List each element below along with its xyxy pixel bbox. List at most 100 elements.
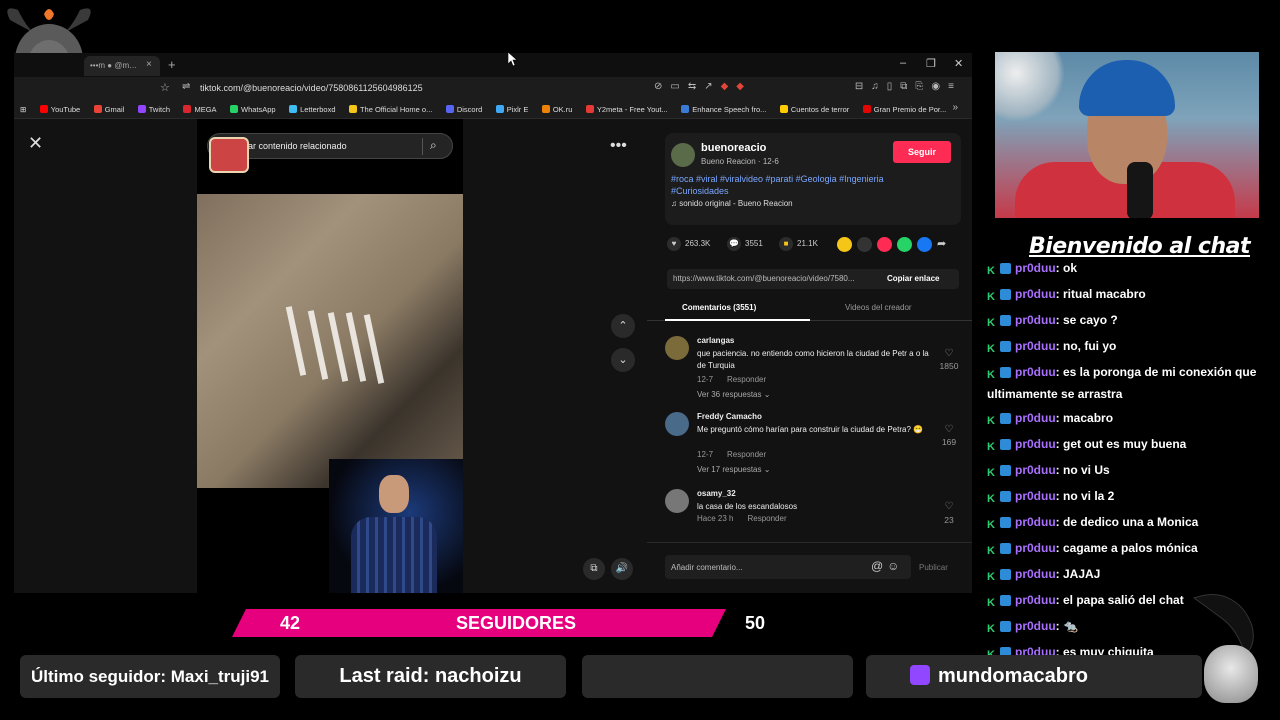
bookmark-star-icon[interactable]: ☆: [160, 81, 170, 94]
bookmark-7[interactable]: Discord: [445, 105, 482, 114]
video-link[interactable]: https://www.tiktok.com/@buenoreacio/vide…: [673, 274, 877, 283]
new-tab-icon[interactable]: +: [168, 57, 176, 72]
reply-button[interactable]: Responder: [727, 450, 766, 459]
reply-button[interactable]: Responder: [747, 514, 786, 523]
bookmark-label: Twitch: [148, 105, 170, 114]
close-window-icon[interactable]: ✕: [954, 57, 963, 70]
comment-heart-icon[interactable]: ♡: [941, 424, 957, 435]
close-tab-icon[interactable]: ×: [146, 59, 152, 70]
comment-button[interactable]: 💬 3551: [727, 237, 763, 251]
chat-username[interactable]: pr0duu: [1015, 287, 1056, 301]
bookmark-9[interactable]: OK.ru: [541, 105, 572, 114]
more-options-icon[interactable]: •••: [610, 137, 627, 155]
comment-input[interactable]: Añadir comentario... @☺: [665, 555, 911, 579]
reply-button[interactable]: Responder: [727, 375, 766, 384]
follow-button[interactable]: Seguir: [893, 141, 951, 163]
bookmark-2[interactable]: Twitch: [137, 105, 170, 114]
like-button[interactable]: ♥ 263.3K: [667, 237, 710, 251]
bookmark-13[interactable]: Gran Premio de Por...: [862, 105, 946, 114]
chat-badges: K: [987, 514, 1011, 534]
close-icon[interactable]: ✕: [28, 133, 43, 154]
coin-icon[interactable]: [837, 237, 852, 252]
share-arrow-icon[interactable]: ➦: [937, 237, 946, 250]
pip-icon[interactable]: ⧉: [583, 558, 605, 580]
verified-badge-icon: [1000, 543, 1011, 554]
webcam-body: [351, 517, 437, 593]
toolbar-icons[interactable]: ⊟♫▯⧉⎘◉≡: [855, 81, 962, 92]
chat-username[interactable]: pr0duu: [1015, 541, 1056, 555]
comment-heart-icon[interactable]: ♡: [941, 348, 957, 359]
chat-username[interactable]: pr0duu: [1015, 463, 1056, 477]
save-button[interactable]: ■ 21.1K: [779, 237, 818, 251]
comment-user[interactable]: osamy_32: [697, 489, 736, 498]
link-row: https://www.tiktok.com/@buenoreacio/vide…: [667, 269, 959, 289]
more-bookmarks-icon[interactable]: »: [952, 102, 958, 113]
bookmark-4[interactable]: WhatsApp: [230, 105, 276, 114]
view-replies[interactable]: Ver 36 respuestas ⌄: [697, 390, 770, 399]
minimize-icon[interactable]: –: [900, 57, 906, 69]
sound-label[interactable]: ♫ sonido original - Bueno Reacion: [671, 199, 793, 208]
y2meta-icon: [585, 105, 594, 113]
chat-username[interactable]: pr0duu: [1015, 515, 1056, 529]
chat-message: Kpr0duu: no vi Us: [987, 460, 1273, 482]
chat-text: : ritual macabro: [1055, 287, 1146, 301]
chat-username[interactable]: pr0duu: [1015, 437, 1056, 451]
bookmark-10[interactable]: Y2meta - Free Yout...: [585, 105, 668, 114]
url-text[interactable]: tiktok.com/@buenoreacio/video/7580861125…: [200, 83, 423, 93]
chat-username[interactable]: pr0duu: [1015, 489, 1056, 503]
previous-video-icon[interactable]: ⌃: [611, 314, 635, 338]
youtube-icon: [39, 105, 48, 113]
video-player[interactable]: [197, 194, 463, 488]
bookmark-3[interactable]: MEGA: [183, 105, 217, 114]
chat-username[interactable]: pr0duu: [1015, 593, 1056, 607]
whatsapp-share-icon[interactable]: [897, 237, 912, 252]
next-video-icon[interactable]: ⌄: [611, 348, 635, 372]
chat-username[interactable]: pr0duu: [1015, 567, 1056, 581]
address-icons[interactable]: ⊘▭⇆↗◆◆: [654, 81, 752, 92]
creator-name[interactable]: buenoreacio: [701, 142, 766, 154]
site-info-icon[interactable]: ⇌: [182, 81, 190, 92]
post-button[interactable]: Publicar: [919, 563, 948, 572]
comment-meta: 12-7 Responder: [697, 450, 766, 459]
copy-link-button[interactable]: Copiar enlace: [887, 274, 939, 283]
bookmark-6[interactable]: The Official Home o...: [348, 105, 432, 114]
search-icon[interactable]: ⌕: [430, 138, 437, 153]
chat-username[interactable]: pr0duu: [1015, 619, 1056, 633]
commenter-avatar[interactable]: [665, 336, 689, 360]
creator-avatar[interactable]: [671, 143, 695, 167]
bookmark-12[interactable]: Cuentos de terror: [779, 105, 849, 114]
restore-icon[interactable]: ❐: [926, 57, 936, 70]
commenter-avatar[interactable]: [665, 412, 689, 436]
comment-user[interactable]: Freddy Camacho: [697, 412, 762, 421]
chat-username[interactable]: pr0duu: [1015, 411, 1056, 425]
repost-icon[interactable]: [877, 237, 892, 252]
commenter-avatar[interactable]: [665, 489, 689, 513]
chat-badges: K: [987, 488, 1011, 508]
view-replies[interactable]: Ver 17 respuestas ⌄: [697, 465, 770, 474]
gmail-icon: [93, 105, 102, 113]
pixlr-icon: [495, 105, 504, 113]
comment-text: Me preguntó cómo harían para construir l…: [697, 425, 924, 434]
bookmark-11[interactable]: Enhance Speech fro...: [681, 105, 766, 114]
chat-username[interactable]: pr0duu: [1015, 365, 1056, 379]
video-scratch: [363, 314, 385, 384]
bookmark-8[interactable]: Pixlr E: [495, 105, 528, 114]
mention-emoji-icons[interactable]: @☺: [871, 559, 903, 573]
apps-icon[interactable]: ⊞: [20, 105, 26, 114]
volume-icon[interactable]: 🔊: [611, 558, 633, 580]
creator-subtitle: Bueno Reacion · 12-6: [701, 157, 779, 166]
comment-heart-icon[interactable]: ♡: [941, 501, 957, 512]
tab-comments[interactable]: Comentarios (3551): [682, 303, 756, 312]
embed-icon[interactable]: [857, 237, 872, 252]
chat-username[interactable]: pr0duu: [1015, 339, 1056, 353]
facebook-share-icon[interactable]: [917, 237, 932, 252]
bookmark-5[interactable]: Letterboxd: [289, 105, 336, 114]
bookmark-1[interactable]: Gmail: [93, 105, 124, 114]
chat-username[interactable]: pr0duu: [1015, 261, 1056, 275]
okru-icon: [541, 105, 550, 113]
bookmark-0[interactable]: YouTube: [39, 105, 80, 114]
tab-creator-videos[interactable]: Videos del creador: [845, 303, 912, 312]
hashtags[interactable]: #roca #viral #viralvideo #parati #Geolog…: [671, 173, 931, 197]
comment-user[interactable]: carlangas: [697, 336, 734, 345]
chat-username[interactable]: pr0duu: [1015, 313, 1056, 327]
